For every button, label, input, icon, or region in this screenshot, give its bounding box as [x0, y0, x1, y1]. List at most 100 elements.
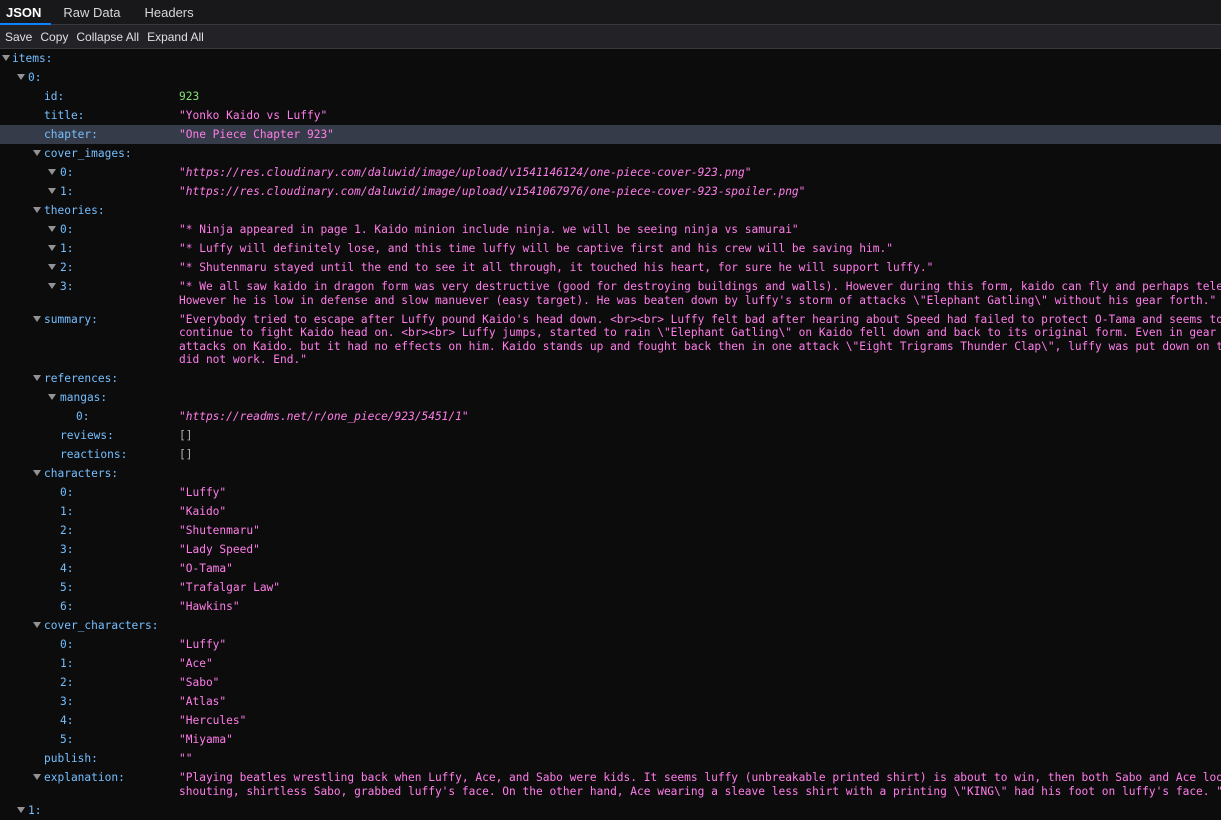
tree-key: 3:: [60, 280, 74, 293]
tab-headers[interactable]: Headers: [132, 0, 205, 24]
expand-toggle-icon[interactable]: [48, 283, 56, 289]
json-toolbar: Save Copy Collapse All Expand All: [0, 25, 1221, 49]
tree-row[interactable]: 5: "Miyama": [0, 730, 1221, 749]
tree-key: 1:: [60, 505, 74, 518]
tree-row[interactable]: 5: "Trafalgar Law": [0, 578, 1221, 597]
tree-row[interactable]: 6: "Hawkins": [0, 597, 1221, 616]
expand-toggle-icon[interactable]: [17, 74, 25, 80]
tree-row[interactable]: 0: "https://readms.net/r/one_piece/923/54…: [0, 407, 1221, 426]
tree-key: 2:: [60, 676, 74, 689]
tree-row[interactable]: 0: "https://res.cloudinary.com/daluwid/im…: [0, 163, 1221, 182]
tree-row[interactable]: characters:: [0, 464, 1221, 483]
tree-value: "Atlas": [179, 695, 227, 708]
tree-value-line: "Playing beatles wrestling back when Luf…: [179, 771, 1221, 784]
tab-json[interactable]: JSON: [0, 0, 52, 25]
tree-row[interactable]: id: 923: [0, 87, 1221, 106]
tree-value: "Yonko Kaido vs Luffy": [179, 109, 328, 122]
tree-key: id:: [44, 90, 65, 103]
tree-key: reviews:: [60, 429, 114, 442]
tree-row[interactable]: reactions: []: [0, 445, 1221, 464]
tree-value: []: [179, 429, 193, 442]
tree-key: 5:: [60, 581, 74, 594]
expand-toggle-icon[interactable]: [2, 55, 10, 61]
tree-row[interactable]: chapter: "One Piece Chapter 923": [0, 125, 1221, 144]
tree-row[interactable]: 3: "Atlas": [0, 692, 1221, 711]
expand-toggle-icon[interactable]: [33, 470, 41, 476]
save-button[interactable]: Save: [2, 28, 35, 46]
tree-value: "Everybody tried to escape after Luffy p…: [179, 313, 1221, 367]
tree-value-line: did not work. End.": [179, 353, 307, 366]
tree-row[interactable]: 2: "Shutenmaru": [0, 521, 1221, 540]
tab-raw-data[interactable]: Raw Data: [51, 0, 132, 24]
expand-all-button[interactable]: Expand All: [144, 28, 207, 46]
tree-value-line: shouting, shirtless Sabo, grabbed luffy'…: [179, 784, 1221, 798]
tree-row[interactable]: 1: "https://res.cloudinary.com/daluwid/im…: [0, 182, 1221, 201]
expand-toggle-icon[interactable]: [33, 375, 41, 381]
tree-row[interactable]: cover_characters:: [0, 616, 1221, 635]
expand-toggle-icon[interactable]: [33, 774, 41, 780]
expand-toggle-icon[interactable]: [33, 315, 41, 322]
expand-toggle-icon[interactable]: [33, 150, 41, 156]
tree-row[interactable]: 2: "Sabo": [0, 673, 1221, 692]
tree-row[interactable]: theories:: [0, 201, 1221, 220]
expand-toggle-icon[interactable]: [48, 226, 56, 232]
tree-row[interactable]: 3: "* We all saw kaido in dragon form was…: [0, 277, 1221, 310]
tree-row[interactable]: reviews: []: [0, 426, 1221, 445]
tree-value: "https://readms.net/r/one_piece/923/5451…: [179, 410, 469, 423]
tree-row[interactable]: 0: "Luffy": [0, 483, 1221, 502]
tree-row[interactable]: publish: "": [0, 749, 1221, 768]
tree-row[interactable]: 1: "Kaido": [0, 502, 1221, 521]
tree-row[interactable]: references:: [0, 369, 1221, 388]
tree-key: reactions:: [60, 448, 128, 461]
tree-key: 4:: [60, 714, 74, 727]
tree-key: 2:: [60, 524, 74, 537]
tree-key: 1:: [60, 242, 74, 255]
tree-row[interactable]: explanation: "Playing beatles wrestling b…: [0, 768, 1221, 801]
tree-value-line: "* We all saw kaido in dragon form was v…: [179, 280, 1221, 293]
tree-value: "Trafalgar Law": [179, 581, 281, 594]
tree-key: references:: [44, 372, 119, 385]
tree-row[interactable]: 1:: [0, 801, 1221, 820]
tree-row[interactable]: 0:: [0, 68, 1221, 87]
expand-toggle-icon[interactable]: [48, 188, 56, 194]
tree-row[interactable]: 2: "* Shutenmaru stayed until the end to …: [0, 258, 1221, 277]
expand-toggle-icon[interactable]: [33, 207, 41, 213]
json-tree: items: 0: id: 923 title: "Yonko Kaido vs Luff…: [0, 49, 1221, 820]
tree-value: "https://res.cloudinary.com/daluwid/imag…: [179, 166, 752, 179]
tree-row[interactable]: mangas:: [0, 388, 1221, 407]
expand-toggle-icon[interactable]: [48, 169, 56, 175]
tree-key: 3:: [60, 695, 74, 708]
tree-key: 1:: [28, 803, 42, 817]
tree-row[interactable]: items:: [0, 49, 1221, 68]
tree-row[interactable]: 1: "* Luffy will definitely lose, and thi…: [0, 239, 1221, 258]
tree-key: 6:: [60, 600, 74, 613]
tree-value: "* Ninja appeared in page 1. Kaido minio…: [179, 223, 799, 236]
tree-row[interactable]: summary: "Everybody tried to escape after…: [0, 310, 1221, 370]
expand-toggle-icon[interactable]: [48, 264, 56, 270]
tree-row[interactable]: 1: "Ace": [0, 654, 1221, 673]
tree-row[interactable]: 0: "* Ninja appeared in page 1. Kaido min…: [0, 220, 1221, 239]
tree-key: summary:: [44, 312, 98, 326]
tree-value: "Sabo": [179, 676, 220, 689]
tree-value: "Miyama": [179, 733, 233, 746]
expand-toggle-icon[interactable]: [33, 622, 41, 628]
tree-key: cover_images:: [44, 147, 132, 160]
tree-row[interactable]: cover_images:: [0, 144, 1221, 163]
tree-row[interactable]: 0: "Luffy": [0, 635, 1221, 654]
tree-row[interactable]: 3: "Lady Speed": [0, 540, 1221, 559]
tree-value: "* We all saw kaido in dragon form was v…: [179, 280, 1221, 307]
tree-key: 2:: [60, 261, 74, 274]
tree-key: 0:: [60, 166, 74, 179]
tree-row[interactable]: title: "Yonko Kaido vs Luffy": [0, 106, 1221, 125]
expand-toggle-icon[interactable]: [17, 806, 25, 813]
tree-row[interactable]: 4: "O-Tama": [0, 559, 1221, 578]
tree-value: "Hawkins": [179, 600, 240, 613]
collapse-all-button[interactable]: Collapse All: [73, 28, 142, 46]
copy-button[interactable]: Copy: [37, 28, 71, 46]
tree-key: mangas:: [60, 391, 108, 404]
expand-toggle-icon[interactable]: [48, 245, 56, 251]
tree-key: 0:: [60, 638, 74, 651]
tree-row[interactable]: 4: "Hercules": [0, 711, 1221, 730]
tree-value: "Kaido": [179, 505, 227, 518]
expand-toggle-icon[interactable]: [48, 394, 56, 400]
